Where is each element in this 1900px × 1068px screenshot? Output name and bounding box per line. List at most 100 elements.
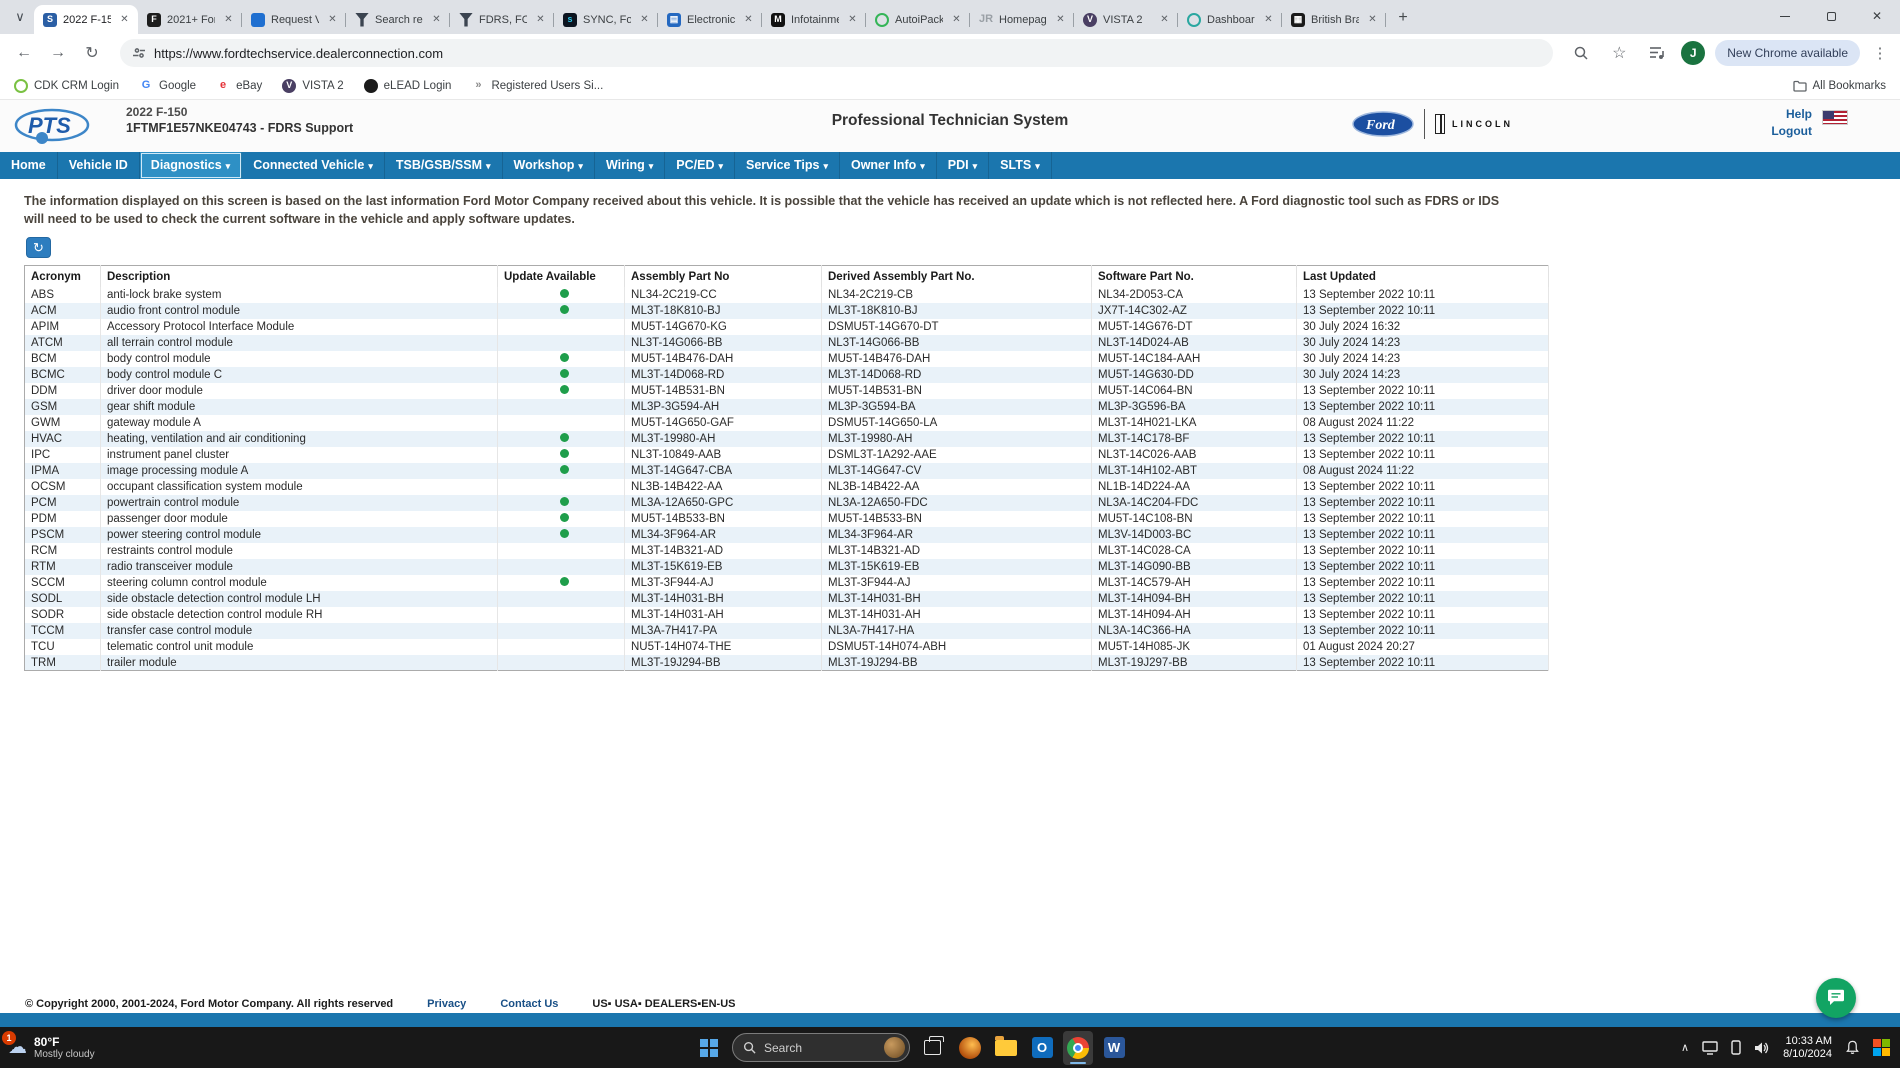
- live-chat-button[interactable]: [1816, 978, 1856, 1018]
- tab-close-icon[interactable]: ✕: [1365, 12, 1380, 27]
- cell-assembly: ML3T-14H031-BH: [625, 591, 822, 607]
- cell-assembly: MU5T-14B476-DAH: [625, 351, 822, 367]
- back-button[interactable]: ←: [10, 39, 38, 67]
- privacy-link[interactable]: Privacy: [427, 998, 466, 1010]
- brand-logos: Ford LINCOLN: [1352, 109, 1513, 139]
- browser-tab[interactable]: Search res✕: [346, 5, 450, 34]
- nav-item-connected-vehicle[interactable]: Connected Vehicle▾: [242, 152, 385, 179]
- cell-updated: 13 September 2022 10:11: [1297, 447, 1549, 463]
- word-taskbar-button[interactable]: W: [1099, 1031, 1129, 1065]
- tab-close-icon[interactable]: ✕: [1157, 12, 1172, 27]
- search-highlight-icon[interactable]: [884, 1037, 905, 1058]
- taskbar-search-box[interactable]: Search: [732, 1033, 910, 1062]
- minimize-button[interactable]: [1762, 0, 1808, 32]
- tab-close-icon[interactable]: ✕: [1053, 12, 1068, 27]
- nav-item-home[interactable]: Home: [0, 152, 58, 179]
- logout-link[interactable]: Logout: [1771, 123, 1812, 140]
- help-link[interactable]: Help: [1771, 106, 1812, 123]
- browser-menu-icon[interactable]: ⋮: [1870, 44, 1890, 62]
- browser-tab[interactable]: sSYNC, For✕: [554, 5, 658, 34]
- browser-tab[interactable]: S2022 F-15✕: [34, 5, 138, 34]
- tab-close-icon[interactable]: ✕: [741, 12, 756, 27]
- browser-tab[interactable]: ▤Electronic✕: [658, 5, 762, 34]
- tab-close-icon[interactable]: ✕: [845, 12, 860, 27]
- nav-item-diagnostics[interactable]: Diagnostics▾: [140, 152, 242, 179]
- browser-tab-strip: ∨ S2022 F-15✕F2021+ For✕Request V✕Search…: [0, 0, 1900, 34]
- browser-tab[interactable]: Dashboar✕: [1178, 5, 1282, 34]
- bookmark-item[interactable]: VVISTA 2: [282, 79, 343, 93]
- browser-tab[interactable]: AutoiPack✕: [866, 5, 970, 34]
- tab-close-icon[interactable]: ✕: [637, 12, 652, 27]
- profile-avatar[interactable]: J: [1681, 41, 1705, 65]
- forward-button[interactable]: →: [44, 39, 72, 67]
- tab-close-icon[interactable]: ✕: [325, 12, 340, 27]
- volume-icon[interactable]: [1754, 1041, 1770, 1055]
- weather-widget[interactable]: ☁ 1 80°F Mostly cloudy: [0, 1035, 95, 1060]
- address-bar[interactable]: https://www.fordtechservice.dealerconnec…: [120, 39, 1553, 67]
- tab-title: Electronic: [687, 14, 735, 26]
- us-flag-icon[interactable]: [1822, 110, 1848, 125]
- column-header: Software Part No.: [1092, 266, 1297, 287]
- hidden-icons-chevron[interactable]: ∧: [1681, 1041, 1689, 1054]
- nav-item-slts[interactable]: SLTS▾: [989, 152, 1052, 179]
- tab-close-icon[interactable]: ✕: [117, 12, 132, 27]
- bookmark-item[interactable]: GGoogle: [139, 79, 196, 93]
- tray-phone-icon[interactable]: [1731, 1040, 1741, 1055]
- browser-tab[interactable]: MInfotainme✕: [762, 5, 866, 34]
- nav-item-owner-info[interactable]: Owner Info▾: [840, 152, 937, 179]
- cell-description: audio front control module: [101, 303, 498, 319]
- cell-software: NL1B-14D224-AA: [1092, 479, 1297, 495]
- browser-tab[interactable]: ▦British Bra✕: [1282, 5, 1386, 34]
- outlook-taskbar-button[interactable]: O: [1027, 1031, 1057, 1065]
- chrome-update-pill[interactable]: New Chrome available: [1715, 40, 1860, 66]
- zoom-search-icon[interactable]: [1567, 39, 1595, 67]
- tab-close-icon[interactable]: ✕: [949, 12, 964, 27]
- column-header: Derived Assembly Part No.: [822, 266, 1092, 287]
- all-bookmarks-button[interactable]: All Bookmarks: [1793, 80, 1887, 92]
- cell-software: MU5T-14C184-AAH: [1092, 351, 1297, 367]
- nav-item-pdi[interactable]: PDI▾: [937, 152, 989, 179]
- new-tab-button[interactable]: +: [1390, 5, 1416, 31]
- notification-count-badge: 1: [2, 1031, 16, 1045]
- bookmark-item[interactable]: eeBay: [216, 79, 262, 93]
- file-explorer-taskbar-button[interactable]: [991, 1031, 1021, 1065]
- browser-tab[interactable]: FDRS, FOR✕: [450, 5, 554, 34]
- browser-tab[interactable]: Request V✕: [242, 5, 346, 34]
- browser-tab[interactable]: VVISTA 2✕: [1074, 5, 1178, 34]
- browser-tab[interactable]: JRHomepag✕: [970, 5, 1074, 34]
- chrome-taskbar-button[interactable]: [1063, 1031, 1093, 1065]
- browser-tab[interactable]: F2021+ For✕: [138, 5, 242, 34]
- tab-close-icon[interactable]: ✕: [429, 12, 444, 27]
- bookmark-item[interactable]: eLEAD Login: [364, 79, 452, 93]
- reload-button[interactable]: ↻: [78, 39, 106, 67]
- tab-close-icon[interactable]: ✕: [533, 12, 548, 27]
- bookmark-star-icon[interactable]: ☆: [1605, 39, 1633, 67]
- notifications-icon[interactable]: [1845, 1040, 1860, 1055]
- nav-item-tsb-gsb-ssm[interactable]: TSB/GSB/SSM▾: [385, 152, 503, 179]
- nav-item-service-tips[interactable]: Service Tips▾: [735, 152, 840, 179]
- tab-search-icon[interactable]: ∨: [6, 3, 34, 31]
- firefox-taskbar-button[interactable]: [955, 1031, 985, 1065]
- refresh-button[interactable]: ↻: [26, 237, 51, 258]
- media-controls-icon[interactable]: [1643, 39, 1671, 67]
- maximize-button[interactable]: [1808, 0, 1854, 32]
- cell-acronym: PCM: [25, 495, 101, 511]
- start-button[interactable]: [700, 1039, 718, 1057]
- bookmark-item[interactable]: CDK CRM Login: [14, 79, 119, 93]
- cell-updated: 13 September 2022 10:11: [1297, 399, 1549, 415]
- site-info-icon[interactable]: [132, 46, 146, 60]
- nav-item-workshop[interactable]: Workshop▾: [503, 152, 595, 179]
- tab-close-icon[interactable]: ✕: [1261, 12, 1276, 27]
- task-view-button[interactable]: [924, 1040, 941, 1055]
- widgets-icon[interactable]: [1873, 1039, 1890, 1056]
- nav-item-pc-ed[interactable]: PC/ED▾: [665, 152, 735, 179]
- nav-item-wiring[interactable]: Wiring▾: [595, 152, 665, 179]
- bookmark-item[interactable]: »Registered Users Si...: [471, 79, 603, 93]
- tab-close-icon[interactable]: ✕: [221, 12, 236, 27]
- close-button[interactable]: ✕: [1854, 0, 1900, 32]
- nav-item-vehicle-id[interactable]: Vehicle ID: [58, 152, 140, 179]
- tray-display-icon[interactable]: [1702, 1041, 1718, 1055]
- cell-software: NL3T-14D024-AB: [1092, 335, 1297, 351]
- contact-link[interactable]: Contact Us: [500, 998, 558, 1010]
- taskbar-clock[interactable]: 10:33 AM 8/10/2024: [1783, 1035, 1832, 1061]
